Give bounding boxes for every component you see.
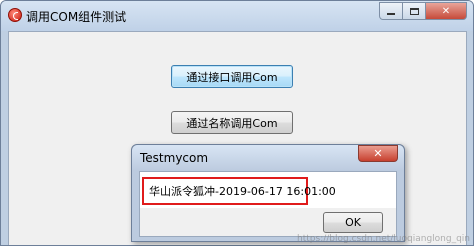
watermark: https://blog.csdn.net/luoqianglong_qin: [297, 234, 470, 244]
close-button[interactable]: ✕: [425, 2, 467, 20]
window-controls: ✕: [379, 2, 467, 20]
close-icon: ✕: [373, 147, 383, 160]
call-by-name-button[interactable]: 通过名称调用Com: [171, 111, 293, 134]
dialog-client-area: 华山派令狐冲-2019-06-17 16:01:00 OK: [139, 171, 397, 237]
close-icon: ✕: [441, 5, 451, 17]
message-dialog: Testmycom ✕ 华山派令狐冲-2019-06-17 16:01:00 O…: [131, 144, 405, 242]
message-panel: 华山派令狐冲-2019-06-17 16:01:00: [140, 172, 396, 208]
window-title: 调用COM组件测试: [26, 10, 127, 24]
dialog-titlebar[interactable]: Testmycom ✕: [132, 145, 404, 171]
app-icon: [8, 8, 22, 22]
maximize-icon: [409, 7, 419, 15]
dialog-title: Testmycom: [140, 151, 209, 165]
call-by-interface-button[interactable]: 通过接口调用Com: [171, 65, 293, 88]
minimize-button[interactable]: [379, 2, 403, 20]
main-titlebar[interactable]: 调用COM组件测试 ✕: [1, 1, 473, 31]
maximize-button[interactable]: [402, 2, 426, 20]
message-text: 华山派令狐冲-2019-06-17 16:01:00: [149, 185, 336, 198]
ok-button[interactable]: OK: [323, 212, 383, 233]
minimize-icon: [387, 13, 395, 15]
dialog-close-button[interactable]: ✕: [358, 145, 398, 162]
